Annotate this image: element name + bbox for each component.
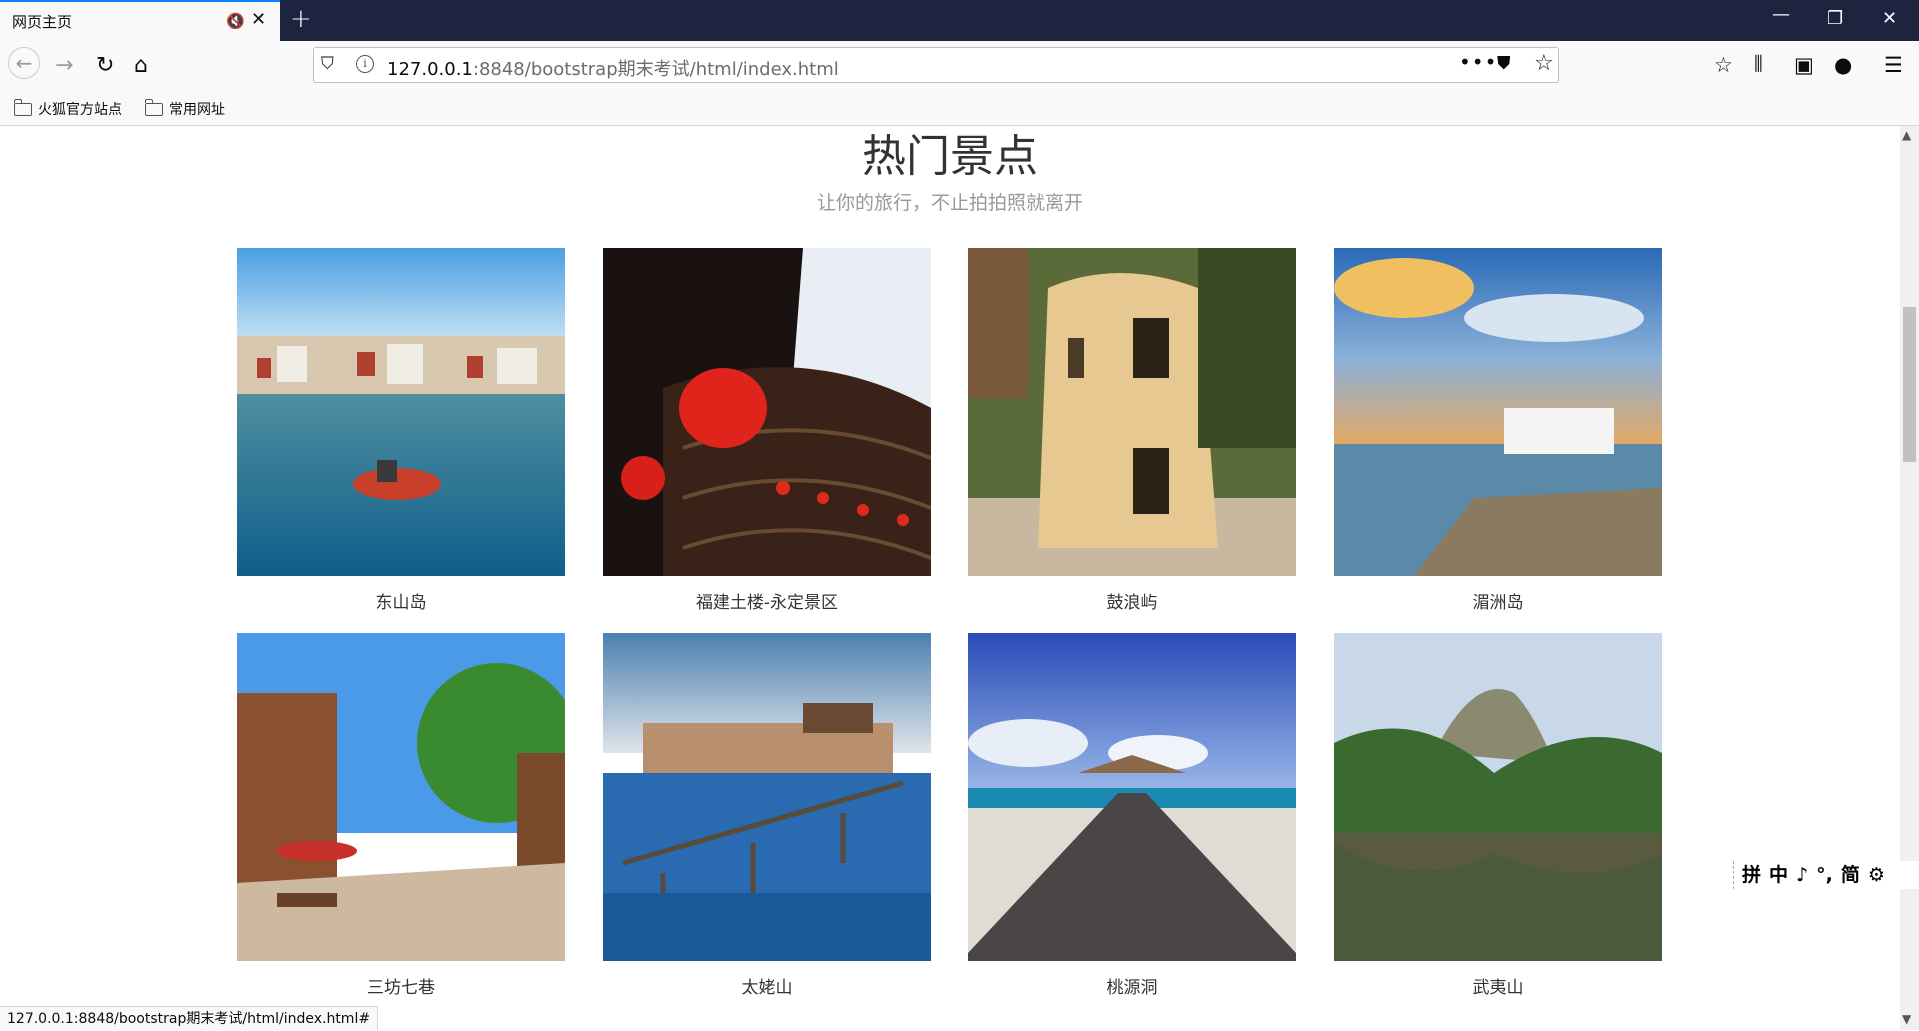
tab-close-icon[interactable]: ✕: [251, 9, 266, 30]
attraction-card[interactable]: 武夷山: [1334, 633, 1662, 998]
attraction-photo[interactable]: [237, 248, 565, 576]
attraction-photo[interactable]: [237, 633, 565, 961]
bookmark-label: 常用网址: [169, 102, 225, 118]
page-title: 热门景点: [862, 131, 1038, 182]
attraction-photo[interactable]: [968, 248, 1296, 576]
navigation-toolbar: ← → ↻ ⌂ ⛉ i 127.0.0.1:8848/bootstrap期末考试…: [0, 41, 1919, 92]
back-icon[interactable]: ←: [8, 47, 40, 79]
attraction-name[interactable]: 东山岛: [237, 588, 565, 613]
page-content: 热门景点 让你的旅行，不止拍拍照就离开 东山岛 福建土楼-永定景区 鼓浪屿 湄洲…: [0, 126, 1900, 1030]
attraction-photo[interactable]: [1334, 633, 1662, 961]
sidebar-icon[interactable]: ▣: [1794, 53, 1814, 77]
attraction-name[interactable]: 鼓浪屿: [968, 588, 1296, 613]
bookmarks-toolbar: 火狐官方站点 常用网址: [0, 92, 1919, 126]
url-text[interactable]: 127.0.0.1:8848/bootstrap期末考试/html/index.…: [387, 55, 839, 81]
attraction-card[interactable]: 三坊七巷: [237, 633, 565, 998]
attraction-name[interactable]: 桃源洞: [968, 973, 1296, 998]
ime-halfwidth-icon[interactable]: ♪: [1796, 864, 1808, 886]
page-subtitle: 让你的旅行，不止拍拍照就离开: [816, 192, 1083, 214]
home-icon[interactable]: ⌂: [134, 53, 148, 78]
new-tab-button[interactable]: +: [290, 4, 312, 34]
ime-simplified-mode[interactable]: 简: [1841, 864, 1860, 886]
bookmark-common-sites[interactable]: 常用网址: [144, 99, 225, 119]
forward-icon[interactable]: →: [55, 53, 73, 78]
bookmarks-menu-icon[interactable]: ☆: [1714, 53, 1733, 77]
ime-settings-icon[interactable]: ⚙: [1868, 864, 1885, 886]
ime-toolbar[interactable]: 拼中 ♪ °, 简 ⚙: [1733, 861, 1919, 889]
attraction-name[interactable]: 太姥山: [603, 973, 931, 998]
attraction-card[interactable]: 东山岛: [237, 248, 565, 613]
page-actions-icon[interactable]: •••: [1459, 50, 1497, 74]
attraction-card[interactable]: 鼓浪屿: [968, 248, 1296, 613]
url-path: :8848/bootstrap期末考试/html/index.html: [472, 59, 839, 80]
folder-icon: [13, 99, 32, 116]
attraction-card[interactable]: 福建土楼-永定景区: [603, 248, 931, 613]
attraction-card[interactable]: 太姥山: [603, 633, 931, 998]
info-icon[interactable]: i: [356, 55, 374, 73]
folder-icon: [144, 99, 163, 116]
pocket-icon[interactable]: ⛊: [1497, 53, 1511, 74]
window-close-icon[interactable]: ✕: [1882, 8, 1897, 29]
url-bar[interactable]: ⛉ i 127.0.0.1:8848/bootstrap期末考试/html/in…: [313, 47, 1559, 83]
ime-pinyin-icon[interactable]: 拼: [1742, 864, 1761, 886]
mute-icon[interactable]: 🔇: [226, 12, 245, 30]
tab-bar: 网页主页 🔇 ✕ + — ❐ ✕: [0, 0, 1919, 41]
scroll-up-icon[interactable]: ▲: [1902, 128, 1911, 142]
attraction-name[interactable]: 湄洲岛: [1334, 588, 1662, 613]
library-icon[interactable]: ⫼: [1754, 53, 1763, 75]
browser-tab[interactable]: 网页主页 🔇 ✕: [0, 0, 280, 41]
attraction-name[interactable]: 武夷山: [1334, 973, 1662, 998]
attraction-card[interactable]: 湄洲岛: [1334, 248, 1662, 613]
attraction-name[interactable]: 福建土楼-永定景区: [603, 588, 931, 613]
attraction-name[interactable]: 三坊七巷: [237, 973, 565, 998]
attraction-photo[interactable]: [603, 248, 931, 576]
attraction-card[interactable]: 桃源洞: [968, 633, 1296, 998]
bookmark-label: 火狐官方站点: [38, 102, 122, 118]
restore-icon[interactable]: ❐: [1827, 8, 1843, 29]
tab-title: 网页主页: [12, 13, 73, 31]
shield-icon[interactable]: ⛉: [321, 54, 334, 74]
attraction-photo[interactable]: [968, 633, 1296, 961]
reload-icon[interactable]: ↻: [96, 53, 114, 78]
scrollbar-thumb[interactable]: [1903, 307, 1916, 462]
ime-chinese-mode[interactable]: 中: [1769, 864, 1788, 886]
ime-punctuation-icon[interactable]: °,: [1816, 864, 1833, 886]
url-host: 127.0.0.1: [387, 59, 473, 80]
menu-icon[interactable]: ☰: [1884, 53, 1903, 77]
minimize-icon[interactable]: —: [1772, 4, 1790, 25]
attraction-photo[interactable]: [1334, 248, 1662, 576]
page-scrollbar[interactable]: [1900, 126, 1919, 1030]
bookmark-firefox-site[interactable]: 火狐官方站点: [13, 99, 122, 119]
account-icon[interactable]: ●: [1834, 53, 1852, 77]
scroll-down-icon[interactable]: ▼: [1902, 1012, 1911, 1026]
attraction-photo[interactable]: [603, 633, 931, 961]
bookmark-star-icon[interactable]: ☆: [1534, 51, 1554, 76]
status-bar: 127.0.0.1:8848/bootstrap期末考试/html/index.…: [0, 1006, 379, 1030]
